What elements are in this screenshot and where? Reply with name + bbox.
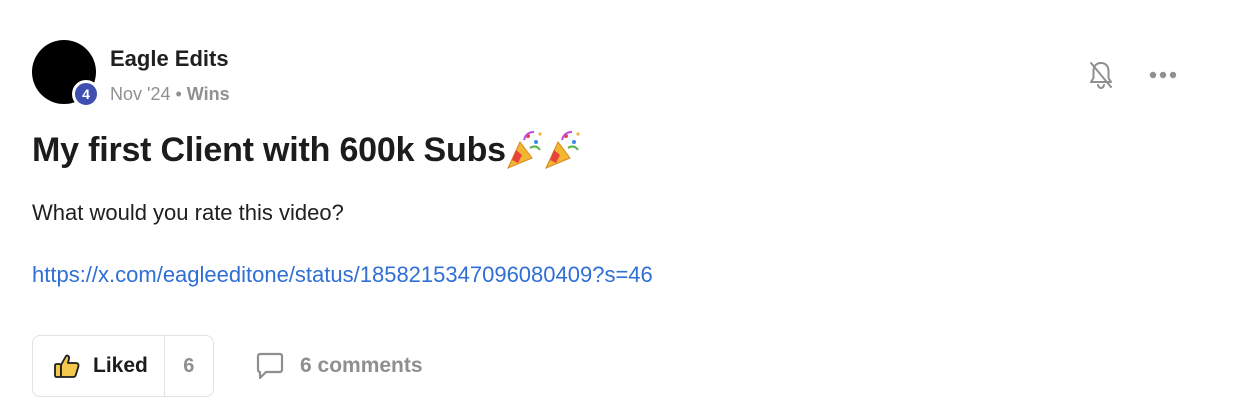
post-title[interactable]: My first Client with 600k Subs [32, 131, 506, 170]
post-body: What would you rate this video? [32, 200, 344, 225]
like-count[interactable]: 6 [165, 336, 213, 396]
thumbs-up-icon [54, 354, 80, 378]
author-name[interactable]: Eagle Edits [110, 46, 229, 72]
post-card: 4 Eagle Edits Nov '24 • Wins My first Clie… [0, 0, 1234, 420]
more-options-button[interactable] [1146, 58, 1180, 92]
party-popper-icon [544, 131, 580, 169]
bell-off-icon [1090, 62, 1112, 90]
post-link[interactable]: https://x.com/eagleeditone/status/185821… [32, 262, 653, 288]
like-button[interactable]: Liked [33, 336, 164, 396]
post-date: Nov '24 [110, 84, 171, 104]
comments-button[interactable]: 6 comments [254, 350, 423, 382]
level-badge: 4 [72, 80, 100, 108]
party-popper-icon [506, 131, 542, 169]
author-avatar-wrap[interactable]: 4 [32, 40, 100, 108]
post-meta: Nov '24 • Wins [110, 84, 230, 105]
comment-icon [256, 352, 284, 380]
like-group: Liked 6 [32, 335, 214, 397]
post-title-row: My first Client with 600k Subs [32, 128, 582, 172]
like-label: Liked [93, 354, 148, 377]
more-dots-icon [1149, 71, 1177, 79]
post-category[interactable]: Wins [187, 84, 230, 104]
notification-toggle-button[interactable] [1084, 58, 1118, 92]
comments-label: 6 comments [300, 354, 423, 377]
meta-separator: • [175, 84, 182, 104]
